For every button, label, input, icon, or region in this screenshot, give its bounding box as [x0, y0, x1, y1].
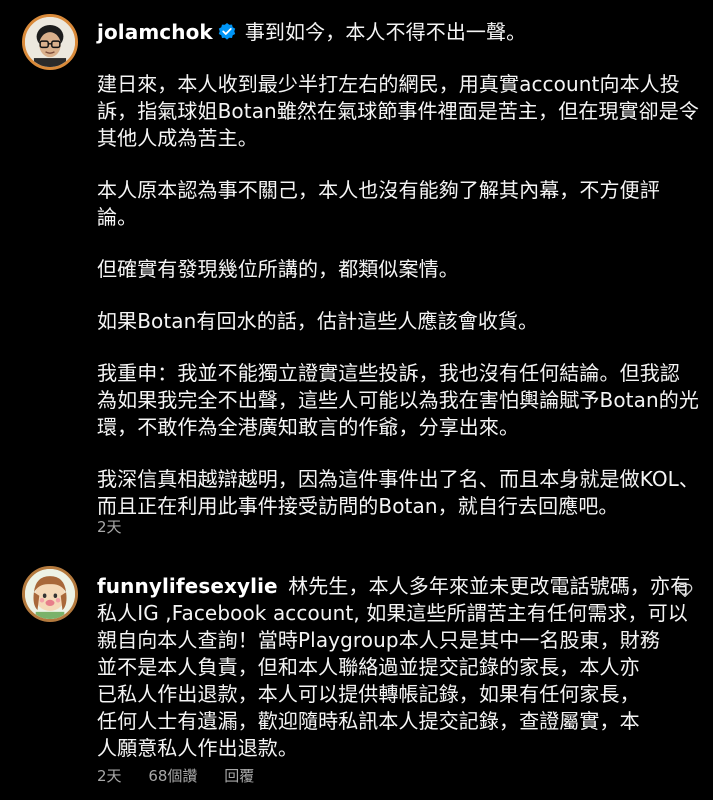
avatar-jolamchok-icon — [25, 17, 75, 67]
comment-time[interactable]: 2天 — [97, 518, 122, 536]
comment-text: 訴，指氣球姐Botan雖然在氣球節事件裡面是苦主，但在現實卻是令 — [97, 99, 699, 123]
comment-text: 如果Botan有回水的話，估計這些人應該會收貨。 — [97, 309, 539, 333]
comment-meta: 2天 68個讚 回覆 — [97, 765, 276, 786]
likes-count[interactable]: 68個讚 — [148, 767, 197, 785]
comment-time[interactable]: 2天 — [97, 767, 122, 785]
comment-text: 但確實有發現幾位所講的，都類似案情。 — [97, 257, 459, 281]
comment-text: 林先生，本人多年來並未更改電話號碼，亦有 — [288, 574, 691, 598]
avatar[interactable] — [22, 566, 78, 622]
avatar-funnylifesexylie-icon — [25, 569, 75, 619]
comment-text: 我重申：我並不能獨立證實這些投訴，我也沒有任何結論。但我認 — [97, 361, 680, 385]
comment-text: 任何人士有遺漏，歡迎隨時私訊本人提交記錄，查證屬實，本 — [97, 709, 640, 733]
verified-badge-icon — [218, 23, 236, 40]
comment-text: 我深信真相越辯越明，因為這件事件出了名、而且本身就是做KOL、 — [97, 467, 700, 491]
heart-outline-icon[interactable] — [676, 581, 694, 599]
comment-meta: 2天 — [97, 516, 144, 537]
comment-text: 親自向本人查詢！當時Playgroup本人只是其中一名股東，財務 — [97, 628, 660, 652]
comment-header: funnylifesexylie 林先生，本人多年來並未更改電話號碼，亦有 — [97, 573, 690, 600]
comment-body: 建日來，本人收到最少半打左右的網民，用真實account向本人投 訴，指氣球姐B… — [97, 71, 700, 520]
comment-header: jolamchok 事到如今，本人不得不出一聲。 — [97, 19, 672, 46]
comment-text: 論。 — [97, 205, 138, 229]
username[interactable]: funnylifesexylie — [97, 574, 278, 598]
reply-button[interactable]: 回覆 — [224, 767, 254, 785]
comment-text: 私人IG ,Facebook account, 如果這些所謂苦主有任何需求，可以 — [97, 601, 688, 625]
username[interactable]: jolamchok — [97, 20, 213, 44]
avatar[interactable] — [22, 14, 78, 70]
comment-text: 本人原本認為事不關己，本人也沒有能夠了解其內幕，不方便評 — [97, 178, 660, 202]
comment-text: 而且正在利用此事件接受訪問的Botan，就自行去回應吧。 — [97, 494, 619, 518]
comment-text: 其他人成為苦主。 — [97, 126, 258, 150]
comment-text: 建日來，本人收到最少半打左右的網民，用真實account向本人投 — [97, 72, 680, 96]
comment-text: 並不是本人負責，但和本人聯絡過並提交記錄的家長，本人亦 — [97, 655, 640, 679]
comment-text: 已私人作出退款，本人可以提供轉帳記錄，如果有任何家長， — [97, 682, 640, 706]
comment-text: 事到如今，本人不得不出一聲。 — [244, 20, 527, 44]
comment-text: 為如果我完全不出聲，這些人可能以為我在害怕輿論賦予Botan的光 — [97, 388, 699, 412]
comment-text: 環，不敢作為全港廣知敢言的作爺，分享出來。 — [97, 415, 520, 439]
comment-text: 人願意私人作出退款。 — [97, 736, 298, 760]
